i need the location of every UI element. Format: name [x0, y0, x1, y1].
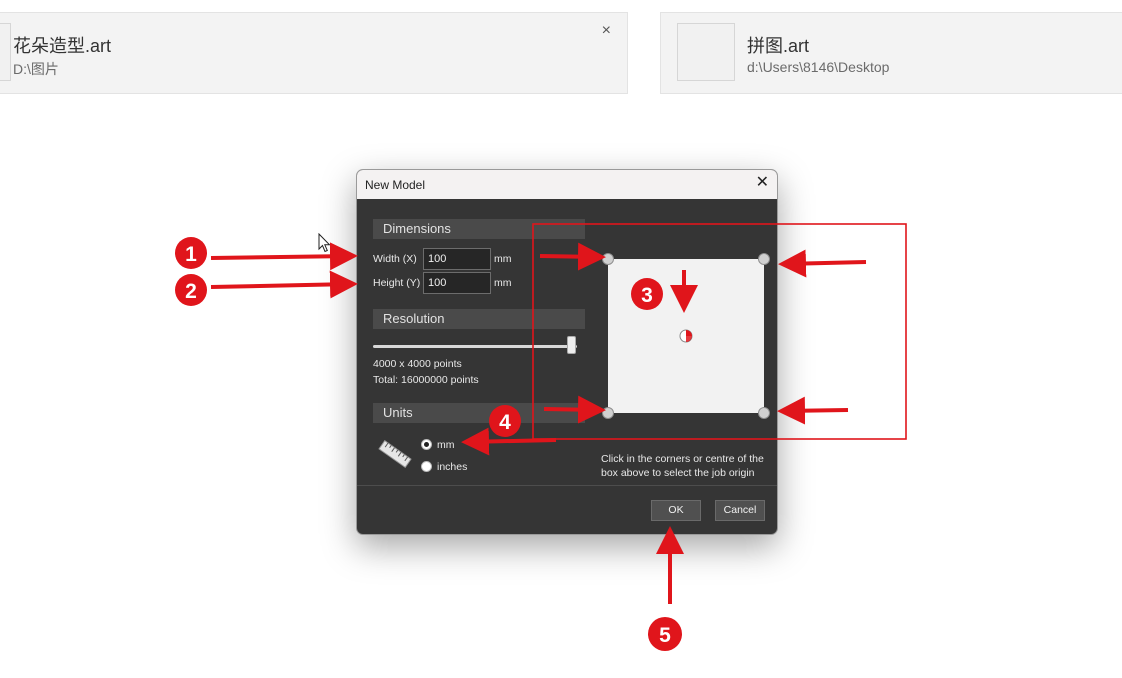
step-number-5: 5	[659, 624, 671, 647]
step-number-3: 3	[641, 284, 653, 307]
arrow-bottom-left	[543, 395, 606, 424]
arrow-4	[461, 427, 557, 456]
arrow-2	[210, 270, 358, 299]
step-number-1: 1	[185, 243, 197, 266]
annotation-overlay: 1 2 3 4 5	[175, 223, 907, 651]
step-number-4: 4	[499, 411, 511, 434]
arrow-1	[210, 242, 358, 271]
step-number-2: 2	[185, 280, 197, 303]
arrow-top-right	[778, 249, 867, 278]
arrow-top-left	[539, 242, 606, 271]
arrow-bottom-right	[777, 396, 849, 425]
